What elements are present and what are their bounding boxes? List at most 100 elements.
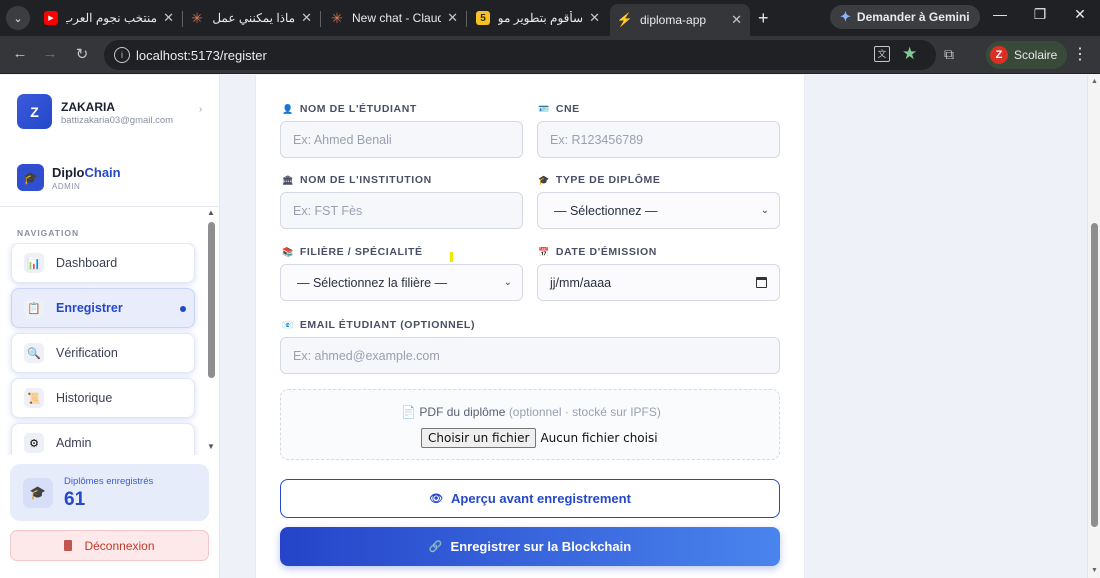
sidebar-item-verification[interactable]: 🔍 Vérification [11,333,195,373]
label-text: FILIÈRE / SPÉCIALITÉ [299,246,423,258]
pdf-sublabel: (optionnel · stocké sur IPFS) [508,405,661,419]
text-cursor-marker [450,252,453,262]
tab-search-button[interactable]: ⌄ [6,6,30,30]
close-icon[interactable]: ✕ [731,12,742,28]
eye-icon: 👁 [429,493,444,505]
sidebar-item-label: Enregistrer [56,301,123,315]
books-icon: 📚 [282,246,294,257]
brand-name: DiploChain [52,165,121,180]
window-close-button[interactable]: ✕ [1070,6,1090,23]
back-button[interactable]: ← [10,45,30,62]
browser-tab[interactable]: ✳ ماذا يمكنني عمل يو ✕ [182,4,320,32]
filiere-select[interactable]: — Sélectionnez la filière — ⌄ [280,264,523,301]
browser-tab-active[interactable]: ⚡ diploma-app ✕ [610,4,750,36]
issue-date-input[interactable]: jj/mm/aaaa [537,264,780,301]
sidebar-scrollbar[interactable]: ▲ ▼ [207,208,217,452]
choose-file-button[interactable]: Choisir un fichier [421,428,537,448]
logout-label: Déconnexion [84,538,155,553]
field-label-type-diplome: 🎓 TYPE DE DIPLÔME [538,174,661,186]
browser-tab[interactable]: ▶ منتخب نجوم العرب ✕ [36,4,182,32]
label-text: NOM DE L'INSTITUTION [300,174,432,186]
cne-input[interactable]: Ex: R123456789 [537,121,780,158]
avatar: Z [990,46,1008,64]
scroll-up-arrow-icon[interactable]: ▲ [1091,78,1098,85]
user-profile[interactable]: Z ZAKARIA battizakaria03@gmail.com › [17,94,217,134]
sparkle-icon: ✦ [840,9,851,24]
chevron-down-icon: ⌄ [503,277,512,288]
site-info-icon[interactable]: i [114,47,130,63]
claude-icon: ✳ [331,9,343,26]
claude-icon: ✳ [191,9,203,26]
forward-button[interactable]: → [40,45,60,62]
avatar: Z [17,94,52,129]
extensions-puzzle-icon[interactable]: ⧉ [944,46,954,63]
pdf-dropzone[interactable]: 📄 PDF du diplôme (optionnel · stocké sur… [280,389,780,460]
gemini-button[interactable]: ✦ Demander à Gemini [830,5,980,29]
page-viewport: Z ZAKARIA battizakaria03@gmail.com › 🎓 D… [0,75,1100,578]
pdf-label: PDF du diplôme [419,405,506,419]
calendar-picker-icon[interactable] [756,277,767,288]
bookmark-star-icon[interactable]: ★ [902,44,917,64]
stat-card: 🎓 Diplômes enregistrés 61 [10,464,209,521]
restore-button[interactable]: ❐ [1030,6,1050,23]
nav-list: 📊 Dashboard 📋 Enregistrer 🔍 Vérification… [0,243,220,455]
browser-tab-strip: ⌄ ▶ منتخب نجوم العرب ✕ ✳ ماذا يمكنني عمل… [0,0,1100,36]
reload-button[interactable]: ↻ [72,45,92,63]
close-icon[interactable]: ✕ [447,10,458,26]
chevron-down-icon: ⌄ [760,205,769,216]
label-text: DATE D'ÉMISSION [555,246,657,258]
browser-tab[interactable]: 5 سأقوم بتطوير موقا ✕ [468,4,608,32]
browser-menu-icon[interactable]: ⋮ [1072,44,1088,64]
preview-button[interactable]: 👁 Aperçu avant enregistrement [280,479,780,518]
register-form-card: 👤 NOM DE L'ÉTUDIANT Ex: Ahmed Benali 🪪 C… [255,75,805,578]
register-blockchain-button[interactable]: 🔗 Enregistrer sur la Blockchain [280,527,780,566]
selected-value: — Sélectionnez la filière — [297,275,448,290]
graduation-cap-icon: 🎓 [17,164,44,191]
door-icon [64,540,73,551]
address-bar[interactable]: i localhost:5173/register 文 ★ [104,40,936,70]
sidebar-item-label: Dashboard [56,256,118,270]
sidebar-item-enregistrer[interactable]: 📋 Enregistrer [11,288,195,328]
close-icon[interactable]: ✕ [301,10,312,26]
register-button-label: Enregistrer sur la Blockchain [450,539,632,554]
field-label-email: 📧 EMAIL ÉTUDIANT (OPTIONNEL) [282,319,475,331]
label-text: EMAIL ÉTUDIANT (OPTIONNEL) [299,319,476,331]
preview-button-label: Aperçu avant enregistrement [451,491,631,506]
sidebar-item-admin[interactable]: ⚙ Admin [11,423,195,455]
brand-role: ADMIN [52,182,81,191]
file-input[interactable]: Choisir un fichier Aucun fichier choisi [421,427,658,449]
tab-title: منتخب نجوم العرب [66,11,158,25]
field-label-institution: 🏛 NOM DE L'INSTITUTION [282,174,432,186]
profile-button[interactable]: Z Scolaire [986,41,1068,69]
close-icon[interactable]: ✕ [589,10,600,26]
stat-label: Diplômes enregistrés [64,476,154,487]
placeholder-text: Ex: ahmed@example.com [293,348,440,363]
calendar-icon: 📅 [538,246,550,257]
student-email-input[interactable]: Ex: ahmed@example.com [280,337,780,374]
tab-title: New chat - Claude [352,11,442,25]
scrollbar-thumb[interactable] [1091,223,1098,527]
institution-input[interactable]: Ex: FST Fès [280,192,523,229]
scroll-up-arrow-icon[interactable]: ▲ [207,208,215,217]
scroll-down-arrow-icon[interactable]: ▼ [1091,567,1098,574]
pdf-dropzone-label: 📄 PDF du diplôme (optionnel · stocké sur… [281,405,781,419]
close-icon[interactable]: ✕ [163,10,174,26]
new-tab-button[interactable]: + [758,8,769,29]
youtube-icon: ▶ [44,11,58,25]
sidebar-item-historique[interactable]: 📜 Historique [11,378,195,418]
bar-chart-icon: 📊 [24,253,44,273]
translate-icon[interactable]: 文 [874,46,890,62]
scroll-icon: 📜 [24,388,44,408]
student-name-input[interactable]: Ex: Ahmed Benali [280,121,523,158]
page-scrollbar[interactable]: ▲ ▼ [1087,75,1100,578]
diploma-type-select[interactable]: — Sélectionnez — ⌄ [537,192,780,229]
logout-button[interactable]: Déconnexion [10,530,209,561]
graduation-cap-icon: 🎓 [538,174,550,185]
browser-tab[interactable]: ✳ New chat - Claude ✕ [322,4,466,32]
scroll-down-arrow-icon[interactable]: ▼ [207,442,215,451]
minimize-button[interactable]: — [990,6,1010,22]
sidebar-item-dashboard[interactable]: 📊 Dashboard [11,243,195,283]
scrollbar-thumb[interactable] [208,222,215,378]
magnifier-icon: 🔍 [24,343,44,363]
placeholder-text: Ex: FST Fès [293,203,363,218]
